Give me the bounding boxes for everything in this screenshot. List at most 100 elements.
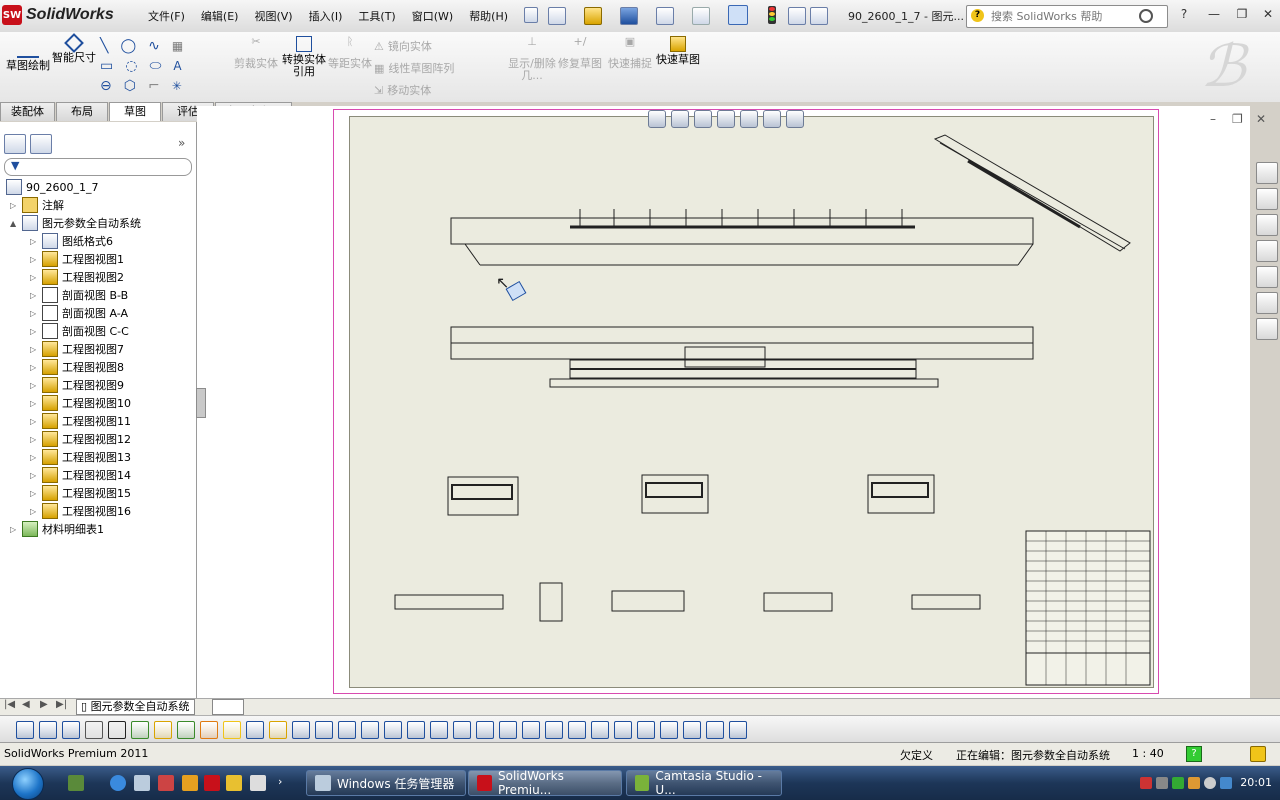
selection-filter-icon[interactable] [476,721,494,739]
tab-layout[interactable]: 布局 [56,102,108,121]
fillet-icon[interactable]: ⌐ [148,78,160,94]
file-properties-icon[interactable] [788,7,806,25]
selection-filter-icon[interactable] [131,721,149,739]
selection-filter-icon[interactable] [292,721,310,739]
selection-filter-icon[interactable] [637,721,655,739]
quick-snaps-button[interactable]: ▣ 快速捕捉 [606,36,654,70]
solidworks-quicklaunch-icon[interactable] [204,775,220,791]
appearances-icon[interactable] [1256,266,1278,288]
selection-filter-icon[interactable] [614,721,632,739]
quicklaunch-more-icon[interactable]: › [278,775,282,788]
selection-filter-icon[interactable] [223,721,241,739]
sheet-nav-next-icon[interactable]: ▶ [40,699,48,710]
menu-file[interactable]: 文件(F) [140,8,193,24]
design-library-icon[interactable] [1256,188,1278,210]
select-cursor-icon[interactable] [728,5,748,25]
offset-entities-button[interactable]: ᚱ 等距实体 [326,36,374,70]
doc-restore-icon[interactable]: ❐ [1232,112,1243,126]
tree-item[interactable]: ▷ 工程图视图1 [30,250,124,268]
rebuild-view-icon[interactable] [717,110,735,128]
hide-show-items-icon[interactable] [740,110,758,128]
tree-item[interactable]: ▷ 工程图视图7 [30,340,124,358]
solidworks-logo[interactable]: SW SolidWorks [2,3,127,27]
start-button[interactable] [8,766,48,800]
taskbar-solidworks[interactable]: SolidWorks Premiu... [468,769,622,797]
sheet-tab-active[interactable]: ▯ 图元参数全自动系统 [76,699,195,715]
network-icon[interactable] [1220,777,1232,789]
add-sheet-icon[interactable] [212,699,244,715]
tray-icon-3[interactable] [1172,777,1184,789]
view-palette-icon[interactable] [1256,240,1278,262]
spline-icon[interactable]: ∿ [148,38,160,54]
help-quicklaunch-icon[interactable] [250,775,266,791]
expand-toggle-icon[interactable]: ▷ [30,471,40,480]
selection-filter-icon[interactable] [522,721,540,739]
selection-filter-icon[interactable] [683,721,701,739]
status-scale[interactable]: 1 : 40 [1132,747,1164,760]
property-manager-tab-icon[interactable] [30,134,52,154]
tree-item[interactable]: ▷ 工程图视图8 [30,358,124,376]
expand-toggle-icon[interactable]: ▷ [30,291,40,300]
drawing-sheet[interactable] [349,116,1154,688]
expand-chevron-icon[interactable]: » [178,136,185,150]
options-icon[interactable] [810,7,828,25]
rapid-sketch-button[interactable]: 快速草图 [654,36,702,66]
selection-filter-icon[interactable] [246,721,264,739]
expand-toggle-icon[interactable]: ▷ [30,435,40,444]
tree-item[interactable]: ▷ 剖面视图 B-B [30,286,128,304]
forum-icon[interactable] [1256,318,1278,340]
point-icon[interactable]: ✳ [172,79,182,93]
smart-dimension-button[interactable]: 智能尺寸 [50,33,98,64]
tree-item[interactable]: ▷ 剖面视图 A-A [30,304,128,322]
panel-splitter[interactable] [196,388,206,418]
tree-root[interactable]: 90_2600_1_7 [6,178,99,196]
expand-toggle-icon[interactable]: ▷ [30,309,40,318]
menu-window[interactable]: 窗口(W) [404,8,461,24]
expand-toggle-icon[interactable]: ▷ [10,525,20,534]
open-folder-icon[interactable] [584,7,602,25]
previous-view-icon[interactable] [694,110,712,128]
selection-filter-icon[interactable] [545,721,563,739]
tree-item[interactable]: ▷ 注解 [10,196,64,214]
menu-insert[interactable]: 插入(I) [301,8,351,24]
help-icon[interactable]: ? [1176,7,1192,21]
menu-edit[interactable]: 编辑(E) [193,8,247,24]
menu-tools[interactable]: 工具(T) [350,8,403,24]
expand-toggle-icon[interactable]: ▷ [30,273,40,282]
solidworks-resources-icon[interactable] [1256,162,1278,184]
show-desktop-icon[interactable] [68,775,84,791]
selection-filter-icon[interactable] [39,721,57,739]
tray-icon-2[interactable] [1156,777,1168,789]
selection-filter-icon[interactable] [660,721,678,739]
zoom-to-area-icon[interactable] [671,110,689,128]
selection-filter-icon[interactable] [499,721,517,739]
expand-toggle-icon[interactable]: ▷ [30,255,40,264]
status-tag-icon[interactable] [1250,746,1266,762]
feature-tree-tab-icon[interactable] [4,134,26,154]
restore-icon[interactable]: ❐ [1234,7,1250,21]
tree-item[interactable]: ▷ 工程图视图2 [30,268,124,286]
grid-icon[interactable]: ▦ [172,39,183,53]
tree-item[interactable]: ▲ 图元参数全自动系统 [10,214,141,232]
expand-toggle-icon[interactable]: ▷ [30,381,40,390]
app-icon-2[interactable] [182,775,198,791]
arc-icon[interactable]: ◌ [125,58,137,74]
section-view-icon[interactable] [763,110,781,128]
sheet-nav-last-icon[interactable]: ▶| [56,699,67,710]
undo-icon[interactable] [692,7,710,25]
status-help-icon[interactable]: ? [1186,746,1202,762]
doc-minimize-icon[interactable]: – [1210,112,1216,126]
tree-item[interactable]: ▷ 工程图视图16 [30,502,131,520]
menu-help[interactable]: 帮助(H) [461,8,516,24]
explorer-icon[interactable] [134,775,150,791]
taskbar-clock[interactable]: 20:01 [1240,776,1272,789]
repair-sketch-button[interactable]: +/ 修复草图 [556,36,604,70]
slot-icon[interactable]: ⊖ [100,78,112,94]
circle-icon[interactable]: ◯ [120,38,136,54]
selection-filter-icon[interactable] [154,721,172,739]
file-explorer-icon[interactable] [1256,214,1278,236]
selection-filter-icon[interactable] [200,721,218,739]
expand-toggle-icon[interactable]: ▷ [10,201,20,210]
expand-toggle-icon[interactable]: ▷ [30,417,40,426]
selection-filter-icon[interactable] [430,721,448,739]
